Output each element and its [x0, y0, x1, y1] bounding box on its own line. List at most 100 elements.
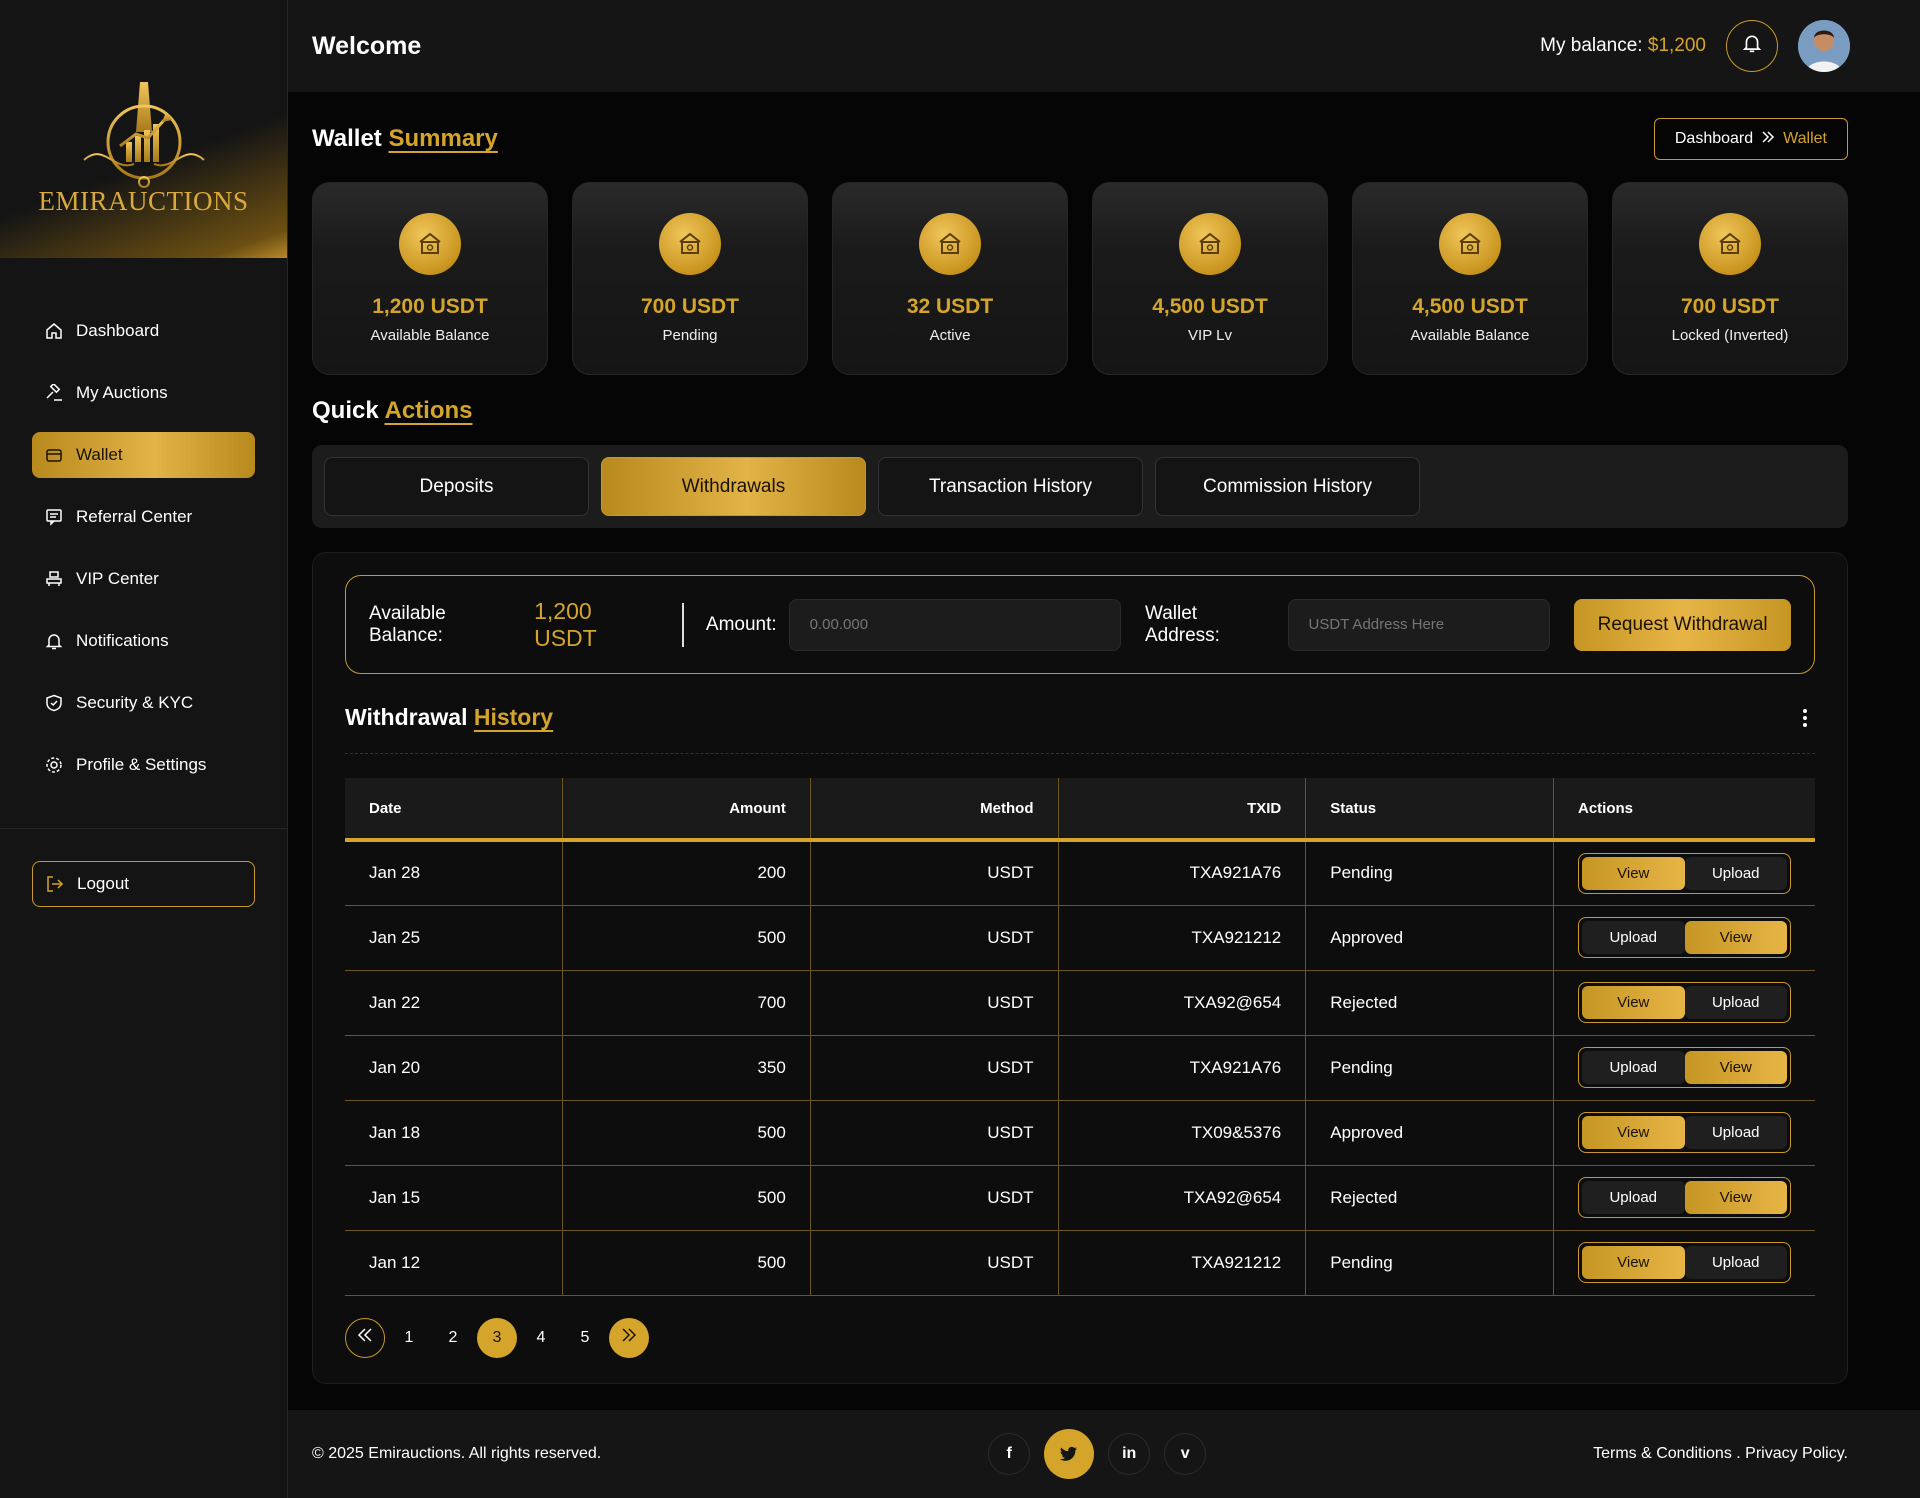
upload-button[interactable]: Upload	[1684, 856, 1787, 890]
view-button[interactable]: View	[1582, 1246, 1685, 1279]
view-button[interactable]: View	[1582, 856, 1685, 890]
cell-date: Jan 28	[345, 840, 564, 906]
logout-button[interactable]: Logout	[32, 861, 255, 907]
tab-transaction-history[interactable]: Transaction History	[878, 457, 1143, 516]
cell-date: Jan 15	[345, 1165, 564, 1231]
last-page-button[interactable]	[609, 1317, 649, 1358]
breadcrumb-wallet: Wallet	[1783, 130, 1827, 147]
card-value: 700 USDT	[1680, 295, 1780, 318]
cell-date: Jan 20	[345, 1035, 564, 1101]
upload-button[interactable]: Upload	[1582, 921, 1685, 954]
card-value: 32 USDT	[906, 295, 994, 318]
sidebar-item-notifications[interactable]: Notifications	[32, 618, 255, 664]
sidebar-item-dashboard[interactable]: Dashboard	[32, 308, 255, 354]
cell-status: Approved	[1305, 1100, 1554, 1166]
page-2-button[interactable]: 2	[433, 1318, 473, 1358]
cell-method: USDT	[810, 970, 1059, 1036]
main-area: Welcome My balance: $1,200 Wallet Summar…	[288, 0, 1920, 1498]
upload-button[interactable]: Upload	[1582, 1051, 1685, 1084]
twitter-icon[interactable]	[1044, 1429, 1095, 1479]
view-button[interactable]: View	[1582, 1116, 1685, 1149]
facebook-icon[interactable]: f	[988, 1433, 1031, 1475]
cell-amount: 350	[562, 1035, 811, 1101]
view-button[interactable]: View	[1684, 921, 1787, 954]
card-label: Pending	[662, 327, 718, 344]
cell-txid: TXA921212	[1058, 905, 1307, 971]
view-button[interactable]: View	[1684, 1181, 1787, 1214]
sidebar-item-security-kyc[interactable]: Security & KYC	[32, 680, 255, 726]
cell-txid: TXA92@654	[1058, 1165, 1307, 1231]
upload-button[interactable]: Upload	[1684, 986, 1787, 1019]
column-header-date: Date	[345, 778, 564, 842]
amount-label: Amount:	[705, 613, 777, 635]
view-button[interactable]: View	[1582, 986, 1685, 1019]
view-button[interactable]: View	[1684, 1051, 1787, 1084]
sidebar-item-label: Wallet	[76, 445, 123, 464]
table-row: Jan 25 500 USDT TXA921212 Approved Upload View	[345, 905, 1815, 971]
bell-icon	[1742, 33, 1762, 59]
sidebar-item-my-auctions[interactable]: My Auctions	[32, 370, 255, 416]
home-icon	[44, 321, 64, 341]
double-chevron-right-icon	[1761, 130, 1775, 148]
summary-card: 1,200 USDT Available Balance	[312, 182, 548, 375]
referral-icon	[44, 507, 64, 527]
table-header-row: Date Amount Method TXID Status Actions	[345, 778, 1815, 842]
table-row: Jan 22 700 USDT TXA92@654 Rejected View Upload	[345, 970, 1815, 1036]
avatar[interactable]	[1798, 20, 1850, 72]
cell-actions: View Upload	[1553, 1230, 1815, 1296]
tab-withdrawals[interactable]: Withdrawals	[601, 457, 866, 516]
vault-icon	[1439, 213, 1501, 275]
wallet-address-label: Wallet Address:	[1144, 602, 1220, 646]
sidebar-item-vip-center[interactable]: VIP Center	[32, 556, 255, 602]
section-title-accent: Summary	[388, 125, 498, 152]
sidebar-item-wallet[interactable]: Wallet	[32, 432, 255, 478]
row-action-group: Upload View	[1578, 1177, 1791, 1218]
sidebar-item-label: Dashboard	[76, 321, 160, 340]
summary-card: 32 USDT Active	[832, 182, 1068, 375]
cell-txid: TXA921212	[1058, 1230, 1307, 1296]
section-title-main: Wallet	[312, 125, 382, 152]
upload-button[interactable]: Upload	[1684, 1116, 1787, 1149]
cell-date: Jan 22	[345, 970, 564, 1036]
page-1-button[interactable]: 1	[389, 1318, 429, 1358]
page-5-button[interactable]: 5	[565, 1318, 605, 1358]
upload-button[interactable]: Upload	[1582, 1181, 1685, 1214]
wallet-address-input[interactable]	[1287, 598, 1551, 651]
upload-button[interactable]: Upload	[1684, 1246, 1787, 1279]
sidebar-item-referral-center[interactable]: Referral Center	[32, 494, 255, 540]
balance-readout: My balance: $1,200	[1540, 35, 1706, 57]
shield-icon	[44, 693, 64, 713]
row-action-group: View Upload	[1578, 1112, 1791, 1153]
gear-icon	[44, 755, 64, 775]
gavel-icon	[44, 383, 64, 403]
card-value: 1,200 USDT	[372, 295, 488, 318]
request-withdrawal-button[interactable]: Request Withdrawal	[1574, 598, 1791, 651]
quick-action-tabs: Deposits Withdrawals Transaction History…	[312, 445, 1848, 528]
brand-logo[interactable]: EMIRAUCTIONS	[0, 0, 287, 258]
linkedin-icon[interactable]: in	[1108, 1433, 1151, 1475]
withdrawal-history-header: Withdrawal History	[345, 704, 1815, 754]
card-label: Active	[929, 327, 971, 344]
page-4-button[interactable]: 4	[521, 1318, 561, 1358]
summary-card: 700 USDT Locked (Inverted)	[1612, 182, 1848, 375]
cell-actions: Upload View	[1553, 1035, 1815, 1101]
pagination: 1 2 3 4 5	[345, 1317, 1815, 1358]
first-page-button[interactable]	[345, 1317, 385, 1358]
notifications-button[interactable]	[1726, 20, 1778, 72]
amount-input[interactable]	[788, 598, 1121, 651]
sidebar-divider	[0, 828, 287, 829]
more-options-icon[interactable]	[1795, 708, 1815, 727]
withdrawal-panel: Available Balance: 1,200 USDT Amount: Wa…	[312, 552, 1848, 1384]
cell-method: USDT	[810, 905, 1059, 971]
user-avatar-icon	[1798, 20, 1850, 72]
sidebar-item-profile-settings[interactable]: Profile & Settings	[32, 742, 255, 788]
section-title-accent: History	[473, 704, 554, 730]
section-title: Wallet Summary	[312, 125, 498, 153]
footer-links[interactable]: Terms & Conditions . Privacy Policy.	[1593, 1445, 1848, 1463]
breadcrumb-dashboard[interactable]: Dashboard	[1675, 130, 1753, 148]
tab-commission-history[interactable]: Commission History	[1155, 457, 1420, 516]
vimeo-icon[interactable]: v	[1164, 1433, 1207, 1475]
cell-amount: 500	[562, 1165, 811, 1231]
tab-deposits[interactable]: Deposits	[324, 457, 589, 516]
page-3-button[interactable]: 3	[477, 1317, 517, 1358]
